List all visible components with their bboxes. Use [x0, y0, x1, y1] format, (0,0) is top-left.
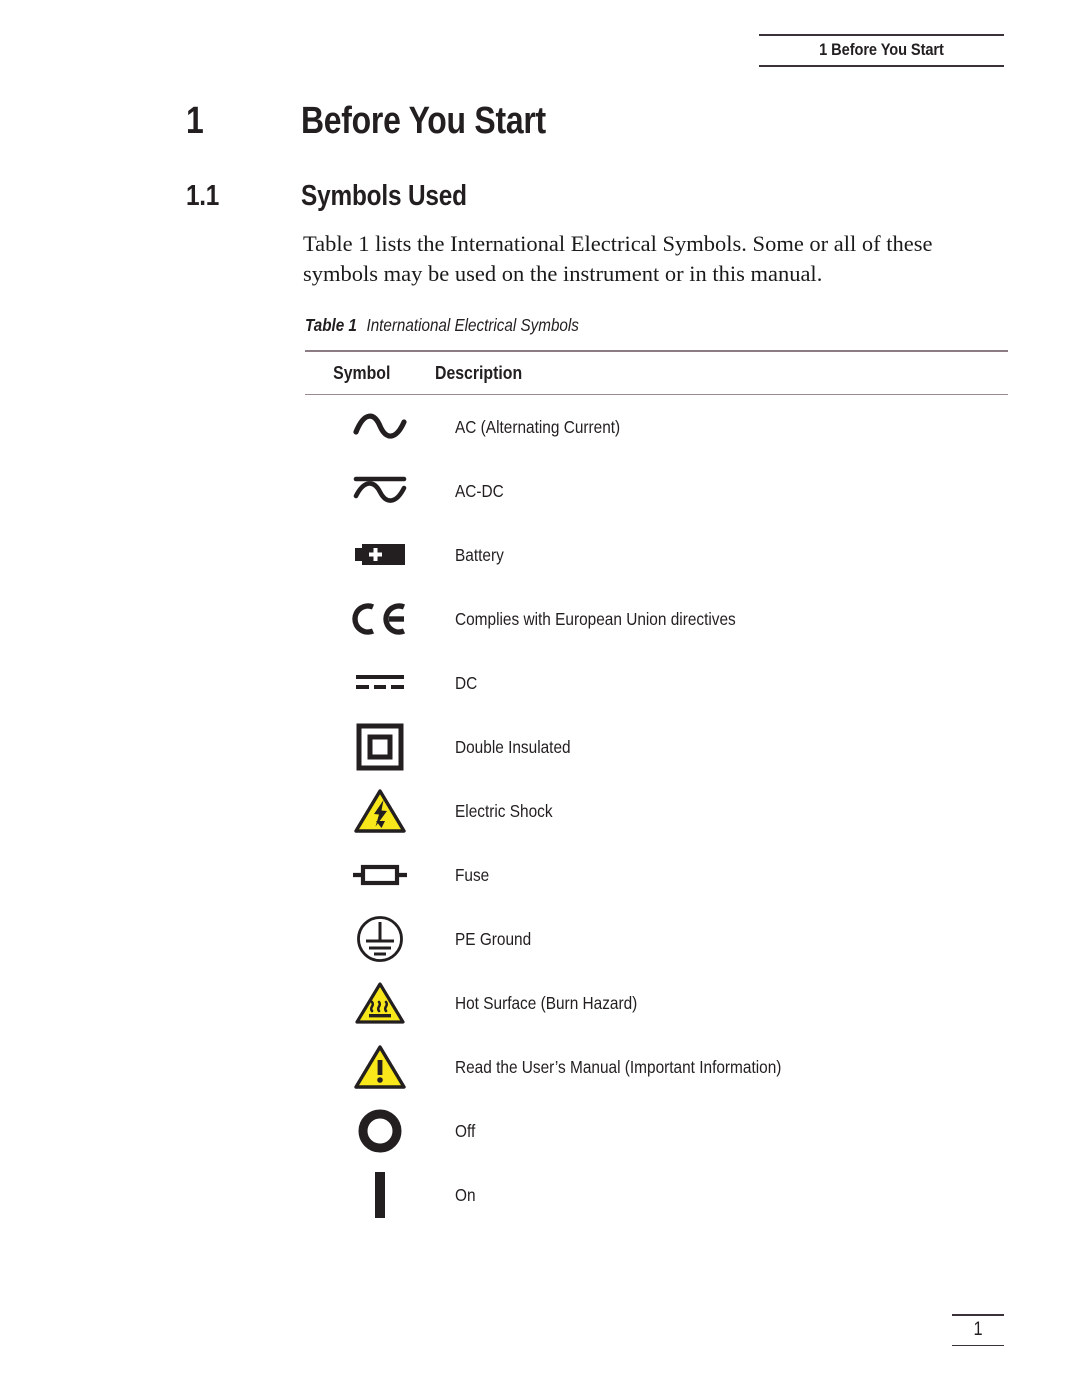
symbol-description: Hot Surface (Burn Hazard) — [455, 992, 638, 1013]
table-row: Double Insulated — [305, 715, 1008, 779]
symbol-description: On — [455, 1184, 476, 1205]
symbol-description: Fuse — [455, 864, 490, 885]
page-footer: 1 — [952, 1313, 1004, 1346]
document-page: 1 Before You Start 1 Before You Start 1.… — [0, 0, 1080, 1388]
table-caption-text: International Electrical Symbols — [366, 315, 579, 335]
table-row: PE Ground — [305, 907, 1008, 971]
section-heading: 1.1 Symbols Used — [186, 180, 498, 213]
chapter-number: 1 — [186, 100, 204, 142]
ce-mark-icon — [305, 600, 455, 638]
chapter-title: Before You Start — [301, 100, 546, 142]
running-header-text: 1 Before You Start — [819, 40, 944, 59]
symbol-description: Read the User’s Manual (Important Inform… — [455, 1056, 782, 1077]
table-header-row: Symbol Description — [305, 352, 1008, 394]
ac-sine-icon — [305, 410, 455, 444]
table-row: Read the User’s Manual (Important Inform… — [305, 1035, 1008, 1099]
warning-manual-icon — [305, 1044, 455, 1090]
symbol-description: Battery — [455, 544, 504, 565]
electric-shock-icon — [305, 788, 455, 834]
symbol-description: AC (Alternating Current) — [455, 416, 621, 437]
double-insulated-icon — [305, 723, 455, 771]
section-number: 1.1 — [186, 180, 220, 212]
battery-icon — [305, 541, 455, 569]
table-row: Hot Surface (Burn Hazard) — [305, 971, 1008, 1035]
table-row: Complies with European Union directives — [305, 587, 1008, 651]
symbol-description: Electric Shock — [455, 800, 553, 821]
symbol-description: DC — [455, 672, 478, 693]
section-title: Symbols Used — [301, 180, 467, 212]
table-row: Battery — [305, 523, 1008, 587]
body-paragraph: Table 1 lists the International Electric… — [303, 231, 933, 286]
symbol-description: PE Ground — [455, 928, 532, 949]
table-body: AC (Alternating Current) AC-DC Battery C… — [305, 395, 1008, 1227]
fuse-icon — [305, 863, 455, 887]
table-caption-label: Table 1 — [305, 315, 357, 335]
table-row: Electric Shock — [305, 779, 1008, 843]
table-row: AC-DC — [305, 459, 1008, 523]
symbol-description: Complies with European Union directives — [455, 608, 736, 629]
ac-dc-icon — [305, 470, 455, 512]
symbol-description: AC-DC — [455, 480, 504, 501]
power-off-icon — [305, 1107, 455, 1155]
page-number: 1 — [973, 1318, 983, 1340]
running-header: 1 Before You Start — [759, 34, 1004, 67]
chapter-heading: 1 Before You Start — [186, 100, 593, 143]
column-header-symbol: Symbol — [333, 362, 391, 383]
table-row: DC — [305, 651, 1008, 715]
table-row: Off — [305, 1099, 1008, 1163]
symbol-description: Off — [455, 1120, 476, 1141]
table-row: Fuse — [305, 843, 1008, 907]
footer-rule-bottom — [952, 1344, 1004, 1346]
pe-ground-icon — [305, 914, 455, 964]
table-row: On — [305, 1163, 1008, 1227]
hot-surface-icon — [305, 981, 455, 1025]
dc-icon — [305, 672, 455, 694]
symbol-description: Double Insulated — [455, 736, 571, 757]
column-header-description: Description — [435, 362, 523, 383]
power-on-icon — [305, 1170, 455, 1220]
table-caption: Table 1 International Electrical Symbols — [305, 315, 579, 336]
header-rule-bottom — [759, 65, 1004, 67]
table-row: AC (Alternating Current) — [305, 395, 1008, 459]
symbols-table: Symbol Description AC (Alternating Curre… — [305, 350, 1008, 1227]
